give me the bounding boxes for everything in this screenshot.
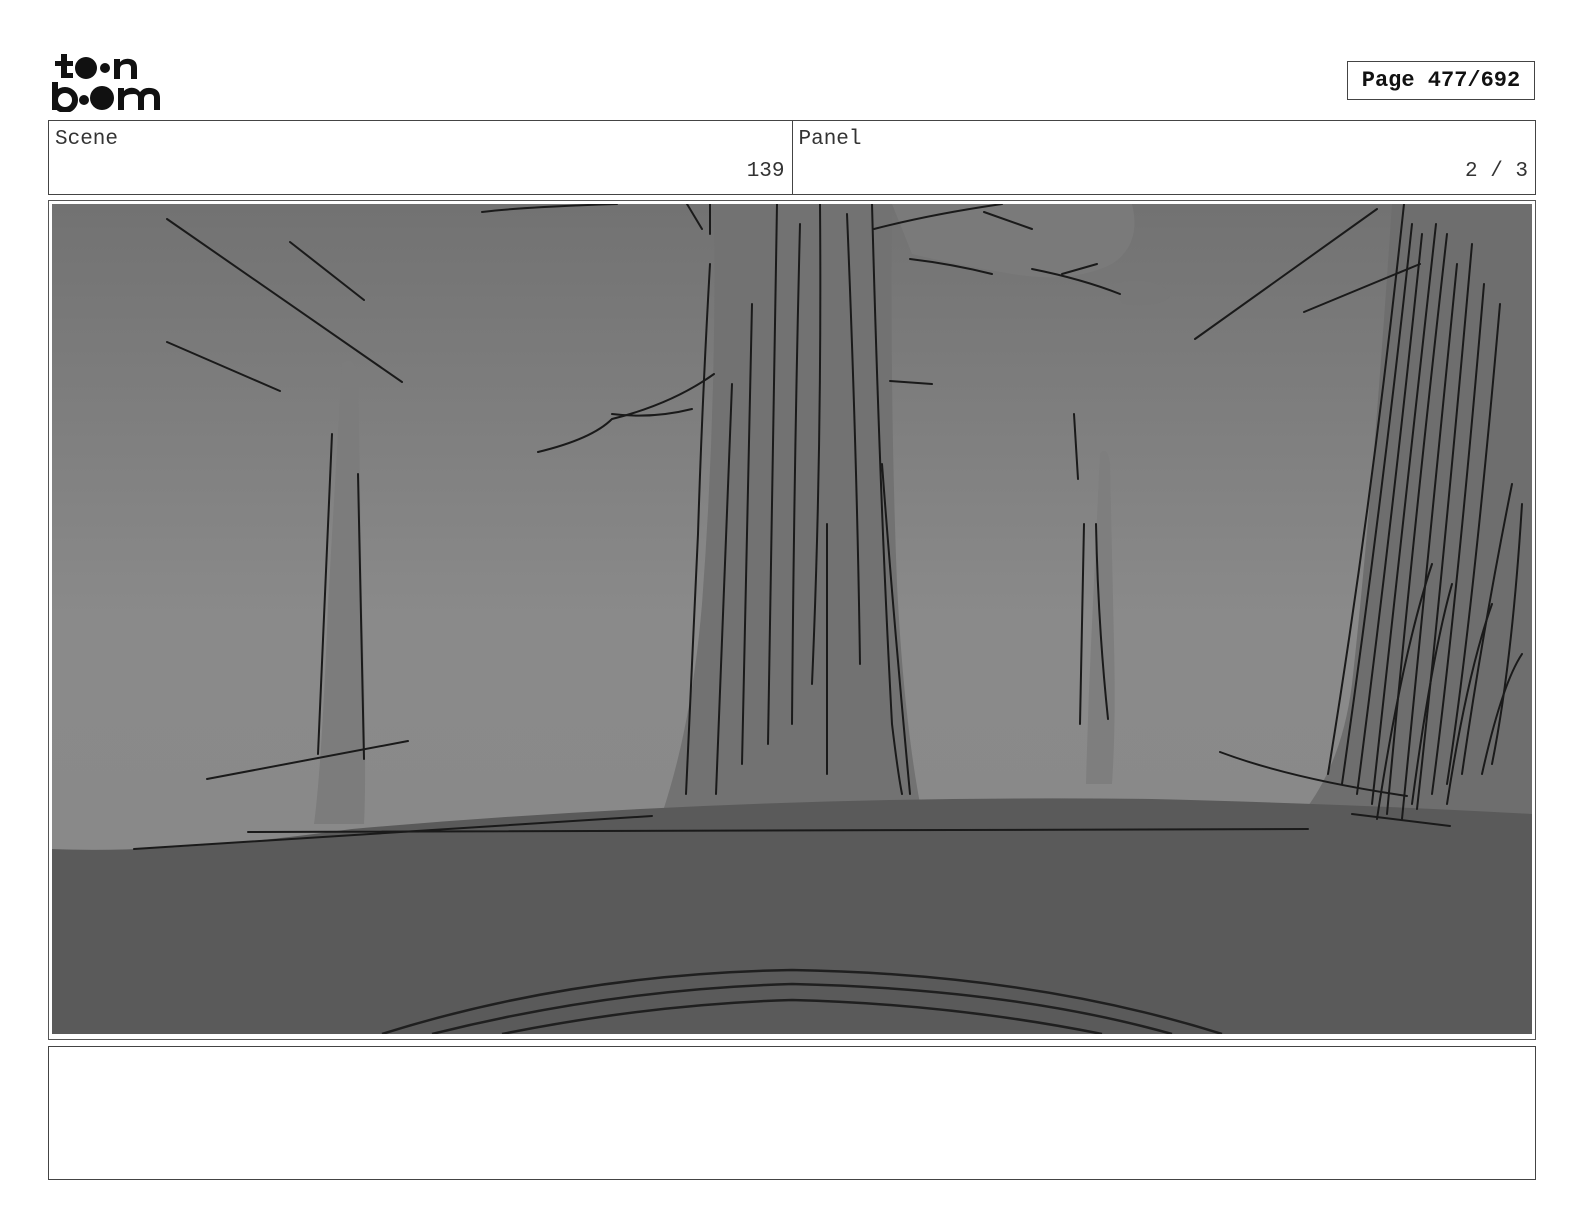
panel-notes-box [48,1046,1536,1180]
panel-cell: Panel 2 / 3 [791,121,1536,194]
toonboom-logo [52,54,160,112]
scene-panel-info: Scene 139 Panel 2 / 3 [48,120,1536,195]
scene-label: Scene [55,128,119,151]
page-number: Page 477/692 [1347,61,1535,100]
storyboard-sketch-image [52,204,1532,1034]
scene-number: 139 [746,160,785,183]
panel-label: Panel [798,128,862,151]
scene-cell: Scene 139 [49,121,792,194]
panel-number: 2 / 3 [1464,160,1528,183]
